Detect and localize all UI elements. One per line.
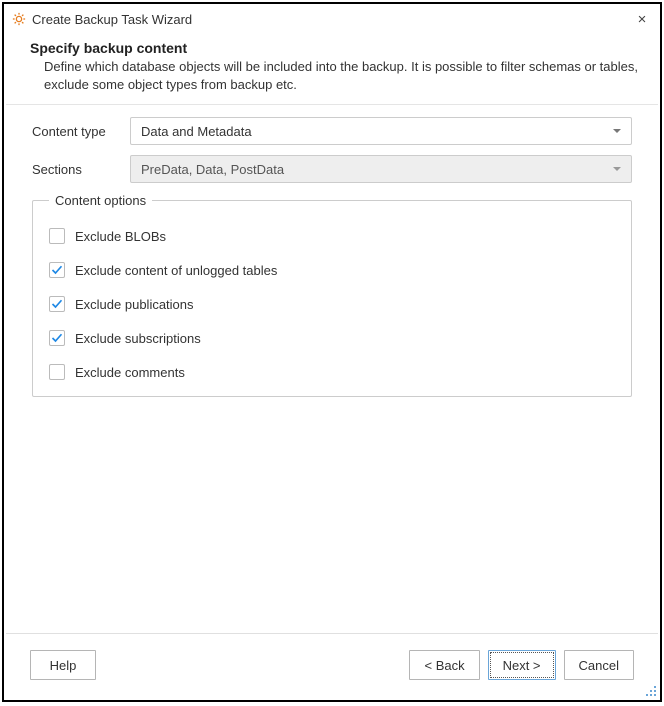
- exclude-blobs-row: Exclude BLOBs: [49, 228, 615, 244]
- content-options-group: Content options Exclude BLOBs Exclude co…: [32, 193, 632, 397]
- content-area: Content type Data and Metadata Sections …: [4, 105, 660, 633]
- sections-dropdown[interactable]: PreData, Data, PostData: [130, 155, 632, 183]
- sections-row: Sections PreData, Data, PostData: [32, 155, 632, 183]
- header-area: Specify backup content Define which data…: [6, 32, 658, 105]
- exclude-blobs-label: Exclude BLOBs: [75, 229, 166, 244]
- next-button[interactable]: Next >: [488, 650, 556, 680]
- exclude-subscriptions-checkbox[interactable]: [49, 330, 65, 346]
- exclude-comments-row: Exclude comments: [49, 364, 615, 380]
- exclude-subscriptions-row: Exclude subscriptions: [49, 330, 615, 346]
- exclude-unlogged-checkbox[interactable]: [49, 262, 65, 278]
- exclude-subscriptions-label: Exclude subscriptions: [75, 331, 201, 346]
- page-title: Specify backup content: [30, 40, 638, 56]
- wizard-window: Create Backup Task Wizard × Specify back…: [2, 2, 662, 702]
- sections-label: Sections: [32, 162, 130, 177]
- exclude-publications-checkbox[interactable]: [49, 296, 65, 312]
- chevron-down-icon: [613, 167, 621, 171]
- titlebar: Create Backup Task Wizard ×: [4, 4, 660, 32]
- footer: Help < Back Next > Cancel: [6, 633, 658, 700]
- gear-icon: [12, 12, 26, 26]
- chevron-down-icon: [613, 129, 621, 133]
- cancel-button[interactable]: Cancel: [564, 650, 634, 680]
- content-type-dropdown[interactable]: Data and Metadata: [130, 117, 632, 145]
- content-type-row: Content type Data and Metadata: [32, 117, 632, 145]
- resize-grip-icon[interactable]: [644, 684, 658, 698]
- help-button[interactable]: Help: [30, 650, 96, 680]
- exclude-blobs-checkbox[interactable]: [49, 228, 65, 244]
- exclude-comments-checkbox[interactable]: [49, 364, 65, 380]
- close-icon[interactable]: ×: [632, 9, 652, 29]
- exclude-unlogged-label: Exclude content of unlogged tables: [75, 263, 277, 278]
- sections-value: PreData, Data, PostData: [141, 162, 284, 177]
- exclude-comments-label: Exclude comments: [75, 365, 185, 380]
- page-description: Define which database objects will be in…: [30, 58, 638, 94]
- content-type-value: Data and Metadata: [141, 124, 252, 139]
- content-type-label: Content type: [32, 124, 130, 139]
- window-title: Create Backup Task Wizard: [32, 12, 632, 27]
- exclude-unlogged-row: Exclude content of unlogged tables: [49, 262, 615, 278]
- exclude-publications-row: Exclude publications: [49, 296, 615, 312]
- exclude-publications-label: Exclude publications: [75, 297, 194, 312]
- content-options-legend: Content options: [49, 193, 152, 208]
- back-button[interactable]: < Back: [409, 650, 479, 680]
